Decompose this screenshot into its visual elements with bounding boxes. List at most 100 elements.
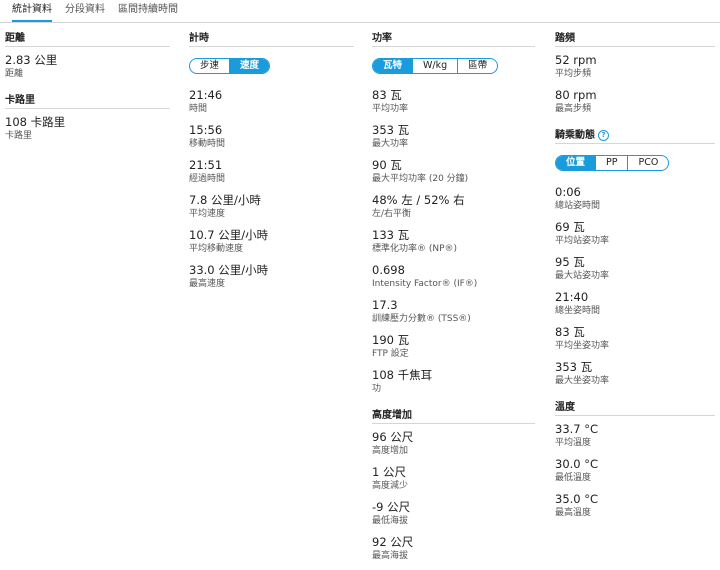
section-title-temperature: 溫度 [555,401,715,416]
metric-item: 353 瓦最大坐姿功率 [555,360,715,387]
metric-label: 平均速度 [189,209,226,219]
metric-label: 平均移動速度 [189,244,244,254]
metric-value: 52 rpm [555,53,597,67]
question-circle-icon[interactable]: ? [598,130,609,141]
metric-item: 83 瓦平均功率 [372,88,535,115]
section-title-cycling-dynamics: 騎乘動態? [555,129,715,144]
tab-statistics[interactable]: 統計資料 [12,3,52,22]
power-metrics: 83 瓦平均功率 353 瓦最大功率 90 瓦最大平均功率 (20 分鐘) 48… [372,88,535,395]
toggle-pace[interactable]: 步速 [190,59,229,73]
metric-item: 21:46 時間 [189,88,354,115]
metric-label: 卡路里 [5,131,33,141]
metric-value: 17.3 [372,298,398,312]
metric-value: 108 千焦耳 [372,368,433,382]
tab-bar: 統計資料 分段資料 區間持續時間 [0,0,720,23]
metric-item: 33.0 公里/小時 最高速度 [189,263,354,290]
metric-item: 52 rpm 平均步頻 [555,53,715,80]
metric-label: 最大平均功率 (20 分鐘) [372,174,469,184]
metric-item: 90 瓦最大平均功率 (20 分鐘) [372,158,535,185]
metric-item: 17.3 訓練壓力分數® (TSS®) [372,298,535,325]
metric-value: 69 瓦 [555,220,585,234]
section-title-elevation: 高度增加 [372,409,535,424]
metric-item: 190 瓦 FTP 設定 [372,333,535,360]
toggle-pco[interactable]: PCO [627,156,668,170]
metric-value: 21:40 [555,290,589,304]
temperature-metrics: 33.7 °C 平均溫度 30.0 °C 最低溫度 35.0 °C 最高溫度 [555,422,715,519]
metric-label: 總站姿時間 [555,201,601,211]
metric-item: 48% 左 / 52% 右左/右平衡 [372,193,535,220]
metric-value: 353 瓦 [372,123,410,137]
tab-laps[interactable]: 分段資料 [65,3,105,22]
section-title-distance: 距離 [5,32,170,47]
cadence-metrics: 52 rpm 平均步頻 80 rpm 最高步頻 [555,53,715,115]
metric-label: 標準化功率® (NP®) [372,244,458,254]
column-timing: 計時 步速 速度 21:46 時間 15:56 移動時間 21:51 經過時間 7.8… [189,32,354,298]
metric-item: 83 瓦平均坐姿功率 [555,325,715,352]
section-title-timing: 計時 [189,32,354,47]
section-title-power: 功率 [372,32,535,47]
section-title-cadence: 踏頻 [555,32,715,47]
metric-label: 經過時間 [189,174,226,184]
metric-value: 353 瓦 [555,360,593,374]
metric-item: 69 瓦平均站姿功率 [555,220,715,247]
metric-value: -9 公尺 [372,500,411,514]
dynamics-metrics: 0:06 總站姿時間 69 瓦平均站姿功率 95 瓦最大站姿功率 21:40 總坐姿… [555,185,715,387]
metric-label: 最大站姿功率 [555,271,610,281]
toggle-pp[interactable]: PP [595,156,627,170]
metric-value: 83 瓦 [555,325,585,339]
metric-value: 96 公尺 [372,430,414,444]
metric-item: 80 rpm 最高步頻 [555,88,715,115]
metric-value: 90 瓦 [372,158,402,172]
metric-value: 83 瓦 [372,88,402,102]
metric-value: 80 rpm [555,88,597,102]
metric-item: 96 公尺高度增加 [372,430,535,457]
metric-value: 21:46 [189,88,223,102]
metric-value: 35.0 °C [555,492,599,506]
metric-value: 0:06 [555,185,581,199]
metric-value: 33.7 °C [555,422,599,436]
toggle-wkg[interactable]: W/kg [412,59,457,73]
metric-item: 133 瓦標準化功率® (NP®) [372,228,535,255]
metric-item: 15:56 移動時間 [189,123,354,150]
toggle-zones[interactable]: 區帶 [457,59,497,73]
metric-value: 95 瓦 [555,255,585,269]
metric-label: 最高溫度 [555,508,592,518]
metric-item: 0:06 總站姿時間 [555,185,715,212]
toggle-position[interactable]: 位置 [556,156,596,170]
metric-calories: 108 卡路里 卡路里 [5,115,170,142]
cycling-dynamics-title: 騎乘動態 [555,130,595,141]
metric-item: 35.0 °C 最高溫度 [555,492,715,519]
metric-value: 48% 左 / 52% 右 [372,193,465,207]
metric-label: 高度增加 [372,446,409,456]
metric-value: 92 公尺 [372,535,414,549]
tab-interval-duration[interactable]: 區間持續時間 [118,3,178,22]
metric-label: 最高步頻 [555,104,592,114]
metric-label: FTP 設定 [372,349,409,359]
section-title-calories: 卡路里 [5,94,170,109]
metric-label: 最高速度 [189,279,226,289]
metric-label: 平均坐姿功率 [555,341,610,351]
metric-value: 15:56 [189,123,223,137]
column-distance: 距離 2.83 公里 距離 卡路里 108 卡路里 卡路里 [5,32,170,150]
metric-label: 最高海拔 [372,551,409,561]
metric-label: 最大功率 [372,139,409,149]
metric-value: 108 卡路里 [5,115,66,129]
toggle-speed[interactable]: 速度 [229,59,270,73]
metric-label: 距離 [5,69,24,79]
metric-item: 10.7 公里/小時 平均移動速度 [189,228,354,255]
pace-speed-toggle: 步速 速度 [189,58,271,74]
toggle-watts[interactable]: 瓦特 [373,59,413,73]
metric-label: 總坐姿時間 [555,306,601,316]
metric-label: 功 [372,384,382,394]
metric-value: 21:51 [189,158,223,172]
metric-item: 33.7 °C 平均溫度 [555,422,715,449]
metric-distance: 2.83 公里 距離 [5,53,170,80]
metric-value: 7.8 公里/小時 [189,193,261,207]
metric-label: 左/右平衡 [372,209,412,219]
power-unit-toggle: 瓦特 W/kg 區帶 [372,58,499,74]
metric-item: 95 瓦最大站姿功率 [555,255,715,282]
metric-label: 平均步頻 [555,69,592,79]
metric-value: 1 公尺 [372,465,406,479]
metric-label: 最大坐姿功率 [555,376,610,386]
metric-value: 0.698 [372,263,405,277]
